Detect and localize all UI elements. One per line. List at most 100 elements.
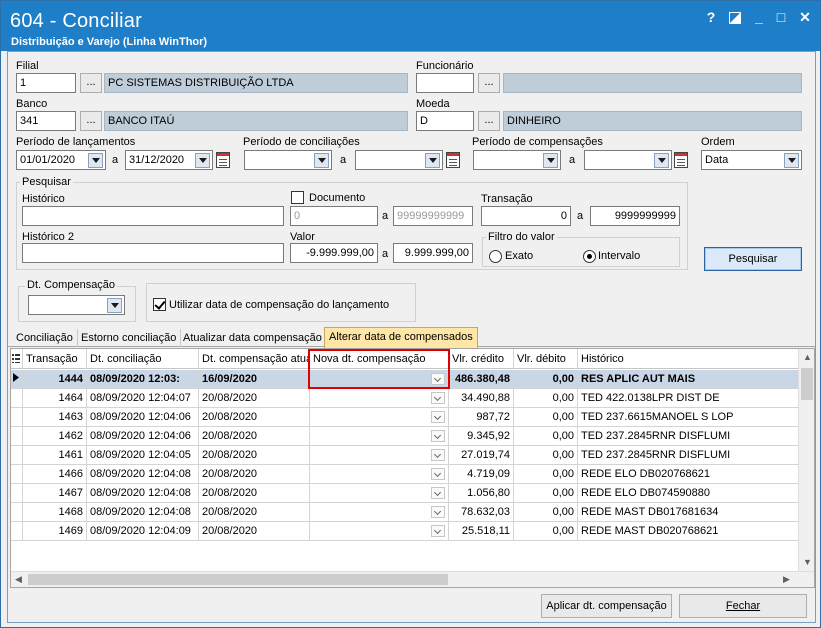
column-header-historico[interactable]: Histórico	[578, 349, 801, 369]
horizontal-scroll-thumb[interactable]	[28, 574, 448, 585]
fechar-button[interactable]: Fechar	[679, 594, 807, 618]
table-row[interactable]: 1466 08/09/2020 12:04:08 20/08/2020 4.719,0…	[11, 465, 801, 484]
maximize-icon[interactable]: □	[772, 9, 790, 25]
row-indicator	[11, 427, 23, 445]
moeda-code-input[interactable]: D	[416, 111, 474, 131]
periodo-conciliacoes-from-input[interactable]	[244, 150, 332, 170]
row-indicator	[11, 370, 23, 388]
horizontal-scrollbar[interactable]: ◀ ▶	[11, 571, 814, 587]
vertical-scrollbar[interactable]: ▲ ▼	[798, 349, 814, 571]
theme-toggle-icon[interactable]	[726, 9, 744, 27]
table-row[interactable]: 1469 08/09/2020 12:04:09 20/08/2020 25.518,…	[11, 522, 801, 541]
dt-compensacao-input[interactable]	[28, 295, 125, 315]
cell-nova-dt-compensacao[interactable]	[310, 408, 449, 426]
cell-nova-dt-compensacao[interactable]	[310, 465, 449, 483]
chevron-down-icon[interactable]	[431, 430, 445, 442]
cell-nova-dt-compensacao[interactable]	[310, 427, 449, 445]
column-header-vlr-credito[interactable]: Vlr. crédito	[449, 349, 514, 369]
cell-nova-dt-compensacao[interactable]	[310, 503, 449, 521]
chevron-down-icon[interactable]	[431, 468, 445, 480]
table-row[interactable]: 1464 08/09/2020 12:04:07 20/08/2020 34.490,…	[11, 389, 801, 408]
pesquisar-button[interactable]: Pesquisar	[704, 247, 802, 271]
cell-vlr-credito-text: 4.719,09	[467, 468, 510, 480]
table-row[interactable]: 1468 08/09/2020 12:04:08 20/08/2020 78.632,…	[11, 503, 801, 522]
valor-from-input[interactable]: -9.999.999,00	[290, 243, 378, 263]
periodo-lancamentos-to-input[interactable]: 31/12/2020	[125, 150, 213, 170]
transacao-from-input[interactable]: 0	[481, 206, 571, 226]
chevron-down-icon[interactable]	[431, 525, 445, 537]
column-header-transacao[interactable]: Transação	[23, 349, 87, 369]
table-row[interactable]: 1467 08/09/2020 12:04:08 20/08/2020 1.056,8…	[11, 484, 801, 503]
table-row[interactable]: 1463 08/09/2020 12:04:06 20/08/2020 987,72 0…	[11, 408, 801, 427]
periodo-compensacoes-to-input[interactable]	[584, 150, 672, 170]
table-row[interactable]: 1461 08/09/2020 12:04:05 20/08/2020 27.019,…	[11, 446, 801, 465]
filial-code-input[interactable]: 1	[16, 73, 76, 93]
tab-alterar-data-compensados[interactable]: Alterar data de compensados	[324, 327, 478, 348]
periodo-compensacoes-from-input[interactable]	[473, 150, 561, 170]
moeda-browse-button[interactable]: ...	[478, 111, 500, 131]
chevron-down-icon[interactable]	[431, 487, 445, 499]
filtro-exato-radio[interactable]	[489, 250, 502, 263]
chevron-down-icon[interactable]	[88, 153, 103, 168]
cell-vlr-debito: 0,00	[514, 484, 578, 502]
column-header-vlr-debito[interactable]: Vlr. débito	[514, 349, 578, 369]
tab-atualizar-data-compensacao[interactable]: Atualizar data compensação	[179, 329, 327, 347]
cell-nova-dt-compensacao[interactable]	[310, 484, 449, 502]
banco-browse-button[interactable]: ...	[80, 111, 102, 131]
chevron-down-icon[interactable]	[195, 153, 210, 168]
chevron-down-icon[interactable]	[314, 153, 329, 168]
chevron-down-icon[interactable]	[425, 153, 440, 168]
transacao-to-input[interactable]: 9999999999	[590, 206, 680, 226]
documento-to-input[interactable]: 99999999999	[393, 206, 473, 226]
banco-code-input[interactable]: 341	[16, 111, 76, 131]
funcionario-code-input[interactable]	[416, 73, 474, 93]
utilizar-data-checkbox[interactable]	[153, 298, 166, 311]
periodo-lancamentos-sep: a	[112, 154, 119, 166]
cell-nova-dt-compensacao[interactable]	[310, 389, 449, 407]
documento-checkbox[interactable]	[291, 191, 304, 204]
chevron-down-icon[interactable]	[431, 449, 445, 461]
aplicar-dt-compensacao-button[interactable]: Aplicar dt. compensação	[541, 594, 672, 618]
ordem-select[interactable]: Data	[701, 150, 802, 170]
column-header-dt-compensacao-atual[interactable]: Dt. compensação atual	[199, 349, 310, 369]
periodo-conciliacoes-to-input[interactable]	[355, 150, 443, 170]
historico-input[interactable]	[22, 206, 284, 226]
cell-nova-dt-compensacao[interactable]	[310, 522, 449, 540]
chevron-down-icon[interactable]	[543, 153, 558, 168]
filtro-intervalo-label: Intervalo	[598, 250, 641, 262]
scroll-down-icon[interactable]: ▼	[803, 557, 812, 567]
help-icon[interactable]: ?	[702, 9, 720, 25]
cell-historico-text: REDE MAST DB020768621	[581, 525, 719, 537]
historico2-input[interactable]	[22, 243, 284, 263]
calendar-icon[interactable]	[674, 152, 688, 168]
minimize-icon[interactable]: _	[750, 9, 768, 25]
scroll-right-icon[interactable]: ▶	[783, 574, 790, 585]
chevron-down-icon[interactable]	[107, 298, 122, 313]
filtro-intervalo-radio[interactable]	[583, 250, 596, 263]
scroll-up-icon[interactable]: ▲	[803, 352, 812, 362]
tab-estorno-conciliacao[interactable]: Estorno conciliação	[77, 329, 182, 347]
calendar-icon[interactable]	[446, 152, 460, 168]
column-header-dt-conciliacao[interactable]: Dt. conciliação	[87, 349, 199, 369]
scroll-left-icon[interactable]: ◀	[15, 574, 22, 585]
periodo-lancamentos-from-input[interactable]: 01/01/2020	[16, 150, 106, 170]
chevron-down-icon[interactable]	[784, 153, 799, 168]
close-icon[interactable]: ✕	[796, 9, 814, 26]
cell-vlr-debito: 0,00	[514, 465, 578, 483]
cell-nova-dt-compensacao[interactable]	[310, 446, 449, 464]
chevron-down-icon[interactable]	[431, 392, 445, 404]
documento-from-input[interactable]: 0	[290, 206, 378, 226]
chevron-down-icon[interactable]	[431, 506, 445, 518]
cell-vlr-credito-text: 27.019,74	[461, 449, 510, 461]
table-row[interactable]: 1462 08/09/2020 12:04:06 20/08/2020 9.345,9…	[11, 427, 801, 446]
vertical-scroll-thumb[interactable]	[801, 368, 813, 400]
calendar-icon[interactable]	[216, 152, 230, 168]
funcionario-browse-button[interactable]: ...	[478, 73, 500, 93]
cell-transacao-text: 1462	[58, 430, 83, 442]
chevron-down-icon[interactable]	[654, 153, 669, 168]
filial-browse-button[interactable]: ...	[80, 73, 102, 93]
chevron-down-icon[interactable]	[431, 411, 445, 423]
valor-to-input[interactable]: 9.999.999,00	[393, 243, 473, 263]
tab-conciliacao[interactable]: Conciliação	[12, 329, 78, 347]
column-chooser-icon[interactable]	[11, 349, 23, 369]
